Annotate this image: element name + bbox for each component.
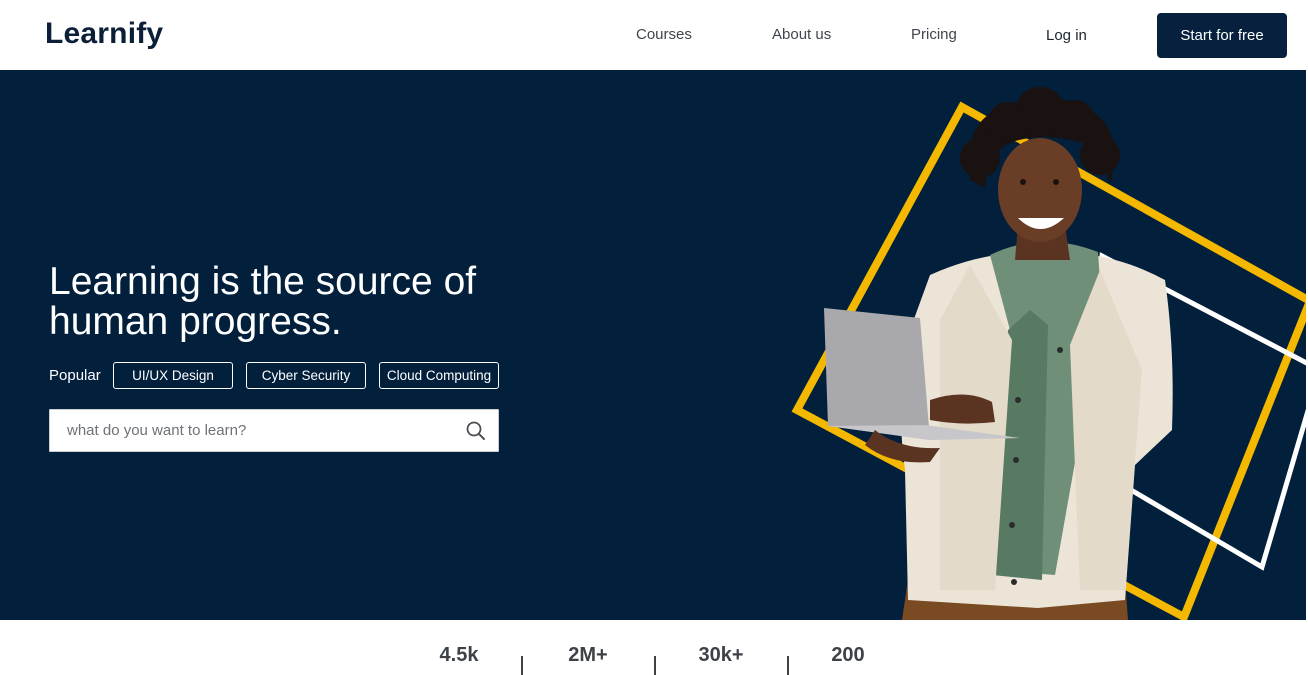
hero-title: Learning is the source of human progress… (49, 260, 477, 343)
stats-bar: 4.5k 2M+ 30k+ 200 (0, 620, 1308, 675)
topic-chip-cyber-security[interactable]: Cyber Security (246, 362, 366, 389)
brand-logo[interactable]: Learnify (45, 17, 163, 51)
stat-value: 30k+ (698, 644, 744, 666)
hero-illustration (791, 87, 1306, 620)
login-link[interactable]: Log in (1046, 27, 1087, 44)
laptop-shape (824, 308, 930, 440)
stat-value: 200 (831, 644, 865, 666)
nav-link-pricing[interactable]: Pricing (911, 26, 957, 43)
search-box (49, 409, 499, 452)
stat-value: 2M+ (568, 644, 608, 666)
popular-label: Popular (49, 367, 101, 384)
stat-divider (521, 656, 523, 675)
nav-link-courses[interactable]: Courses (636, 26, 692, 43)
hero-section: Learning is the source of human progress… (0, 70, 1306, 620)
start-for-free-button[interactable]: Start for free (1157, 13, 1287, 58)
stat-value: 4.5k (439, 644, 479, 666)
stat-item: 4.5k (419, 644, 499, 671)
topic-chip-cloud-computing[interactable]: Cloud Computing (379, 362, 499, 389)
stat-item: 30k+ (681, 644, 761, 671)
search-icon[interactable] (464, 419, 488, 443)
topic-chip-ui-ux-design[interactable]: UI/UX Design (113, 362, 233, 389)
stat-item: 2M+ (548, 644, 628, 671)
stat-divider (654, 656, 656, 675)
site-header: Learnify Courses About us Pricing Log in… (0, 0, 1308, 70)
stat-item: 200 (808, 644, 888, 671)
stat-divider (787, 656, 789, 675)
nav-link-about-us[interactable]: About us (772, 26, 831, 43)
search-input[interactable] (50, 410, 450, 451)
